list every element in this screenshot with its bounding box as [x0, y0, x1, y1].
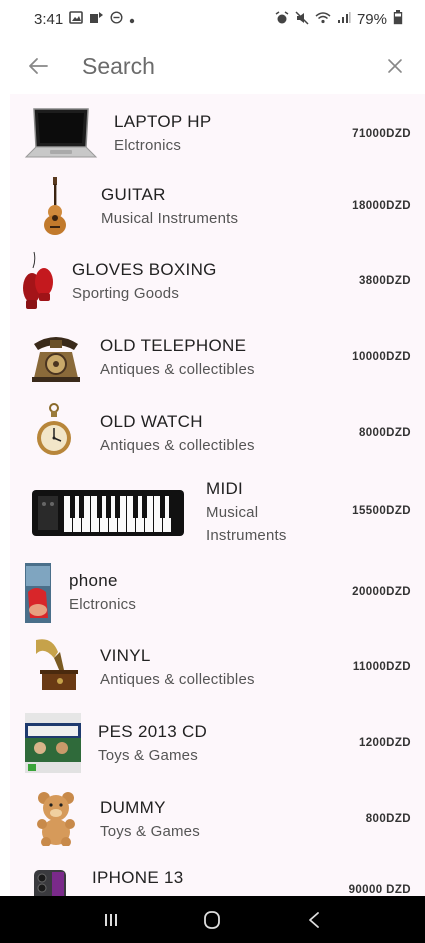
game-cover-icon [24, 712, 82, 774]
item-category: Toys & Games [100, 822, 200, 840]
alarm-icon [275, 10, 289, 28]
iphone-icon [32, 868, 68, 896]
signal-icon [337, 11, 351, 27]
item-price: 90000 DZD [348, 884, 411, 896]
item-title: VINYL [100, 645, 151, 665]
item-price: 18000DZD [352, 200, 411, 212]
item-price: 1200DZD [358, 737, 411, 749]
item-price: 10000DZD [352, 351, 411, 363]
list-item[interactable]: OLD TELEPHONE Antiques & collectibles 10… [10, 320, 425, 394]
item-title: GLOVES BOXING [72, 259, 217, 279]
gramophone-icon [32, 636, 80, 696]
item-category: Sporting Goods [72, 284, 180, 302]
guitar-icon [40, 176, 70, 236]
keyboard-icon [30, 484, 186, 540]
item-price: 3800DZD [358, 275, 411, 287]
status-left: 3:41 [34, 11, 135, 28]
search-input[interactable] [82, 52, 383, 80]
item-price: 20000DZD [352, 586, 411, 598]
item-title: GUITAR [101, 184, 166, 204]
wifi-icon [315, 11, 331, 27]
back-arrow-icon[interactable] [26, 54, 50, 78]
search-bar [0, 40, 425, 92]
boxing-gloves-icon [22, 250, 56, 312]
list-item[interactable]: phone Elctronics 20000DZD [10, 556, 425, 628]
status-bar: 3:41 79% [0, 0, 425, 38]
item-title: OLD TELEPHONE [100, 335, 247, 355]
item-price: 71000DZD [352, 128, 411, 140]
status-right: 79% [275, 10, 403, 28]
item-category: Elctronics [69, 595, 137, 613]
close-icon[interactable] [383, 54, 407, 78]
item-title: OLD WATCH [100, 411, 203, 431]
item-title: PES 2013 CD [98, 721, 208, 741]
item-category: Instruments [206, 527, 287, 544]
battery-icon [393, 10, 403, 28]
list-item[interactable]: MIDI Musical Instruments 15500DZD [10, 472, 425, 552]
item-category: Musical [206, 504, 259, 521]
item-category: Musical Instruments [101, 209, 239, 227]
item-category: Antiques & collectibles [100, 670, 255, 688]
list-item[interactable]: IPHONE 13 90000 DZD [10, 858, 425, 896]
laptop-icon [24, 102, 98, 164]
mute-icon [295, 10, 309, 28]
list-item[interactable]: PES 2013 CD Toys & Games 1200DZD [10, 706, 425, 780]
item-price: 8000DZD [358, 427, 411, 439]
list-item[interactable]: OLD WATCH Antiques & collectibles 8000DZ… [10, 396, 425, 470]
list-item[interactable]: GUITAR Musical Instruments 18000DZD [10, 170, 425, 242]
item-price: 11000DZD [352, 661, 411, 673]
item-title: LAPTOP HP [114, 111, 212, 131]
item-price: 800DZD [365, 813, 411, 825]
item-title: MIDI [206, 479, 244, 498]
dot-icon [129, 12, 135, 27]
status-time: 3:41 [34, 10, 64, 28]
home-icon[interactable] [192, 900, 232, 940]
system-nav-bar [0, 896, 425, 943]
dnd-icon [110, 11, 123, 27]
item-category: Toys & Games [98, 746, 198, 764]
telephone-icon [28, 328, 84, 384]
list-item[interactable]: DUMMY Toys & Games 800DZD [10, 782, 425, 856]
back-nav-icon[interactable] [294, 900, 334, 940]
phone-icon [24, 562, 52, 624]
teddy-bear-icon [34, 790, 78, 846]
item-category: Elctronics [114, 136, 182, 154]
recents-icon[interactable] [91, 900, 131, 940]
list-item[interactable]: LAPTOP HP Elctronics 71000DZD [10, 98, 425, 168]
notification-icon [89, 11, 104, 27]
list-item[interactable]: VINYL Antiques & collectibles 11000DZD [10, 630, 425, 704]
item-category: Antiques & collectibles [100, 436, 255, 454]
results-list[interactable]: LAPTOP HP Elctronics 71000DZD GUITAR Mus… [10, 94, 425, 896]
item-title: phone [69, 570, 118, 590]
item-title: DUMMY [100, 797, 166, 817]
gallery-icon [69, 11, 84, 27]
item-title: IPHONE 13 [92, 868, 184, 887]
pocket-watch-icon [36, 402, 72, 462]
item-price: 15500DZD [352, 505, 411, 517]
list-item[interactable]: GLOVES BOXING Sporting Goods 3800DZD [10, 244, 425, 318]
battery-percent: 79% [356, 10, 387, 28]
item-category: Antiques & collectibles [100, 360, 255, 378]
